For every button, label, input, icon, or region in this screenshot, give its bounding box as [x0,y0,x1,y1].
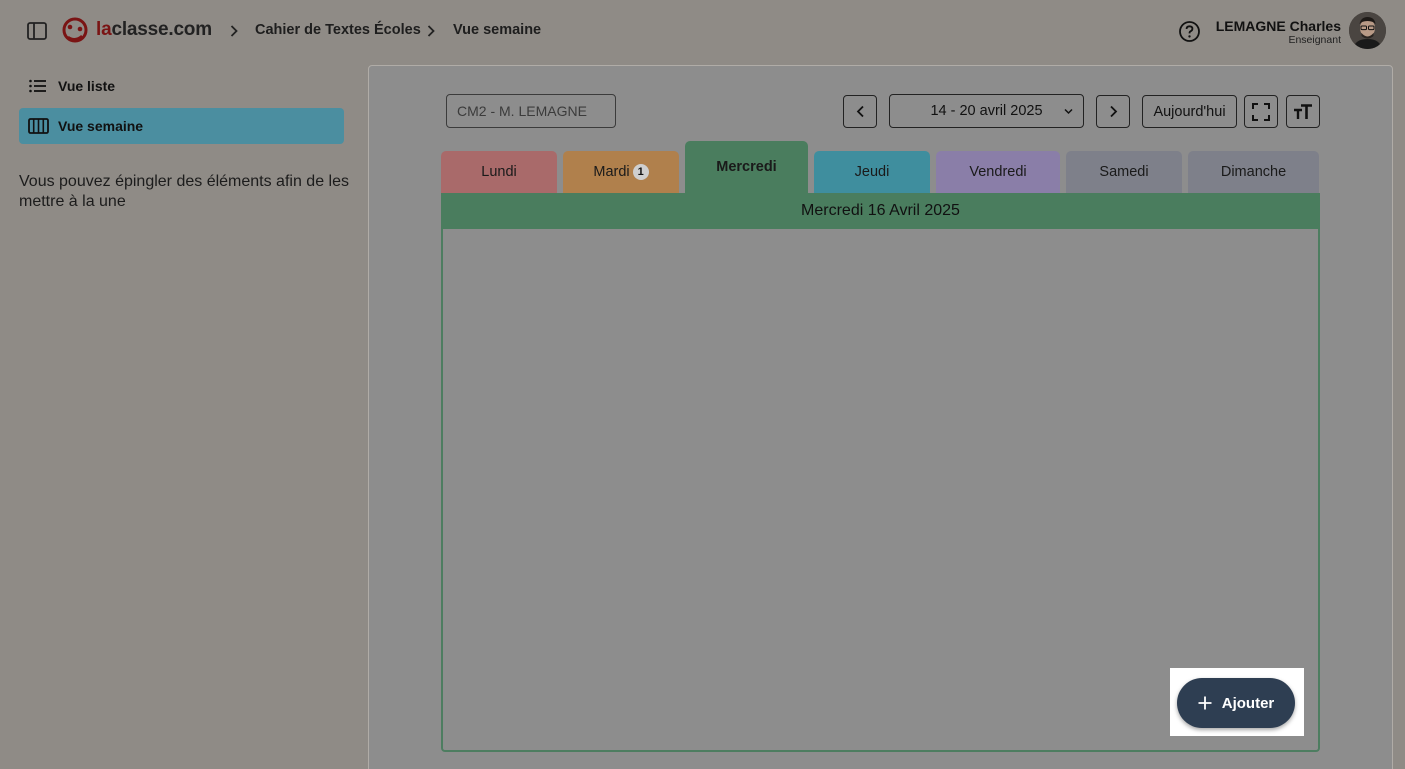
user-name: LEMAGNE Charles [1215,18,1341,34]
breadcrumb-cahier-de-textes[interactable]: Cahier de Textes Écoles [255,22,421,38]
sidebar-toggle-icon[interactable] [26,20,48,42]
chevron-down-icon [1064,108,1073,115]
help-icon[interactable] [1178,20,1201,43]
plus-icon [1198,696,1212,710]
sidebar-item-label: Vue semaine [58,118,144,134]
tab-jeudi[interactable]: Jeudi [814,151,930,193]
tab-samedi[interactable]: Samedi [1066,151,1182,193]
user-info[interactable]: LEMAGNE Charles Enseignant [1216,18,1341,46]
avatar[interactable] [1349,12,1386,49]
logo-mark-icon [62,17,88,43]
fullscreen-icon [1252,102,1270,121]
week-range-select[interactable]: 14 - 20 avril 2025 [889,94,1084,128]
chevron-right-icon [1109,105,1117,118]
sidebar-item-label: Vue liste [58,78,116,94]
tab-label: Dimanche [1220,164,1287,180]
tab-mardi[interactable]: Mardi 1 [563,151,679,193]
chevron-left-icon [856,105,864,118]
laclasse-logo[interactable]: laclasse.com [60,15,212,45]
today-button[interactable]: Aujourd'hui [1142,95,1237,128]
tab-vendredi[interactable]: Vendredi [936,151,1060,193]
tab-mercredi[interactable]: Mercredi [685,141,808,194]
sidebar-item-vue-liste[interactable]: Vue liste [19,68,344,104]
list-icon [27,77,49,95]
logo-text: laclasse.com [96,19,212,40]
text-size-button[interactable] [1286,95,1320,128]
add-button[interactable]: Ajouter [1177,678,1295,728]
chevron-right-icon [228,22,240,40]
user-role: Enseignant [1288,34,1341,46]
sidebar-item-vue-semaine[interactable]: Vue semaine [19,108,344,144]
tab-label: Lundi [481,164,517,180]
text-size-icon [1294,103,1312,119]
class-select[interactable]: CM2 - M. LEMAGNE [446,94,616,128]
breadcrumb-vue-semaine: Vue semaine [453,22,542,38]
count-badge: 1 [632,164,649,180]
previous-week-button[interactable] [843,95,877,128]
tab-label: Vendredi [969,164,1027,180]
add-button-label: Ajouter [1221,694,1275,712]
fullscreen-button[interactable] [1244,95,1278,128]
tab-label: Mardi [593,164,630,180]
week-range-label: 14 - 20 avril 2025 [930,103,1043,119]
pin-hint-text: Vous pouvez épingler des éléments afin d… [19,173,349,210]
today-button-label: Aujourd'hui [1153,103,1226,120]
tab-label: Samedi [1099,164,1149,180]
week-columns-icon [27,117,49,135]
tab-label: Mercredi [716,159,777,175]
tab-lundi[interactable]: Lundi [441,151,557,193]
next-week-button[interactable] [1096,95,1130,128]
tab-dimanche[interactable]: Dimanche [1188,151,1319,193]
tab-label: Jeudi [854,164,890,180]
day-title: Mercredi 16 Avril 2025 [441,193,1320,229]
top-header: laclasse.com Cahier de Textes Écoles Vue… [0,0,1405,62]
chevron-right-icon [425,22,437,40]
